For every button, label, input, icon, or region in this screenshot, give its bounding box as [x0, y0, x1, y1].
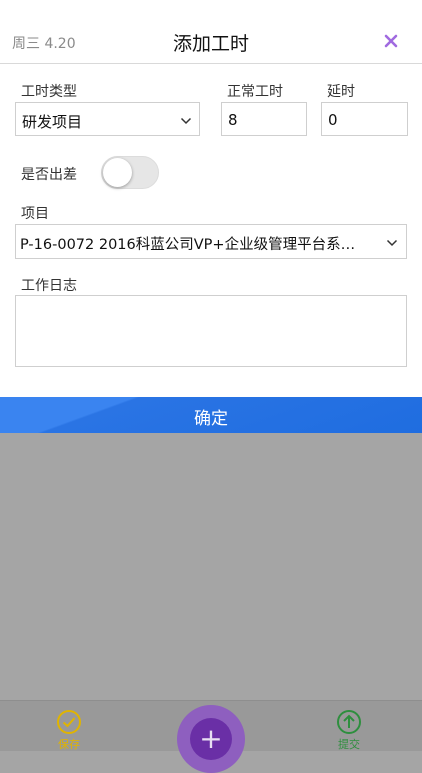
overtime-value: 0 — [328, 111, 338, 129]
overtime-input[interactable]: 0 — [321, 102, 408, 136]
arrow-up-circle-icon — [337, 710, 361, 734]
confirm-label: 确定 — [194, 409, 228, 429]
confirm-button[interactable]: 确定 — [0, 397, 422, 433]
normal-hours-input[interactable]: 8 — [221, 102, 307, 136]
add-button-inner: + — [190, 718, 232, 760]
chevron-down-icon — [386, 239, 398, 247]
business-trip-label: 是否出差 — [21, 167, 77, 183]
project-label: 项目 — [21, 206, 49, 222]
submit-tab[interactable]: 提交 — [319, 709, 379, 752]
toggle-knob — [103, 158, 132, 187]
save-tab[interactable]: 保存 — [39, 709, 99, 752]
business-trip-toggle[interactable] — [101, 156, 159, 189]
page-title: 添加工时 — [172, 33, 249, 55]
close-icon[interactable] — [381, 31, 401, 51]
work-type-label: 工时类型 — [21, 84, 77, 100]
work-log-label: 工作日志 — [21, 278, 77, 294]
normal-hours-label: 正常工时 — [227, 84, 283, 100]
add-hours-sheet: 周三 4.20 添加工时 工时类型 正常工时 延时 研发项目 8 0 是否出差 … — [0, 0, 422, 397]
project-select[interactable]: P-16-0072 2016科蓝公司VP+企业级管理平台系… — [15, 224, 407, 259]
overtime-label: 延时 — [327, 84, 355, 100]
header: 周三 4.20 添加工时 — [0, 0, 422, 64]
check-circle-icon — [57, 710, 81, 734]
plus-icon: + — [199, 722, 223, 755]
normal-hours-value: 8 — [228, 111, 238, 129]
project-value: P-16-0072 2016科蓝公司VP+企业级管理平台系… — [20, 237, 356, 253]
work-log-input[interactable] — [15, 295, 407, 367]
work-type-value: 研发项目 — [22, 113, 83, 131]
chevron-down-icon — [180, 117, 192, 125]
work-type-select[interactable]: 研发项目 — [15, 102, 200, 136]
add-button[interactable]: + — [177, 705, 245, 773]
